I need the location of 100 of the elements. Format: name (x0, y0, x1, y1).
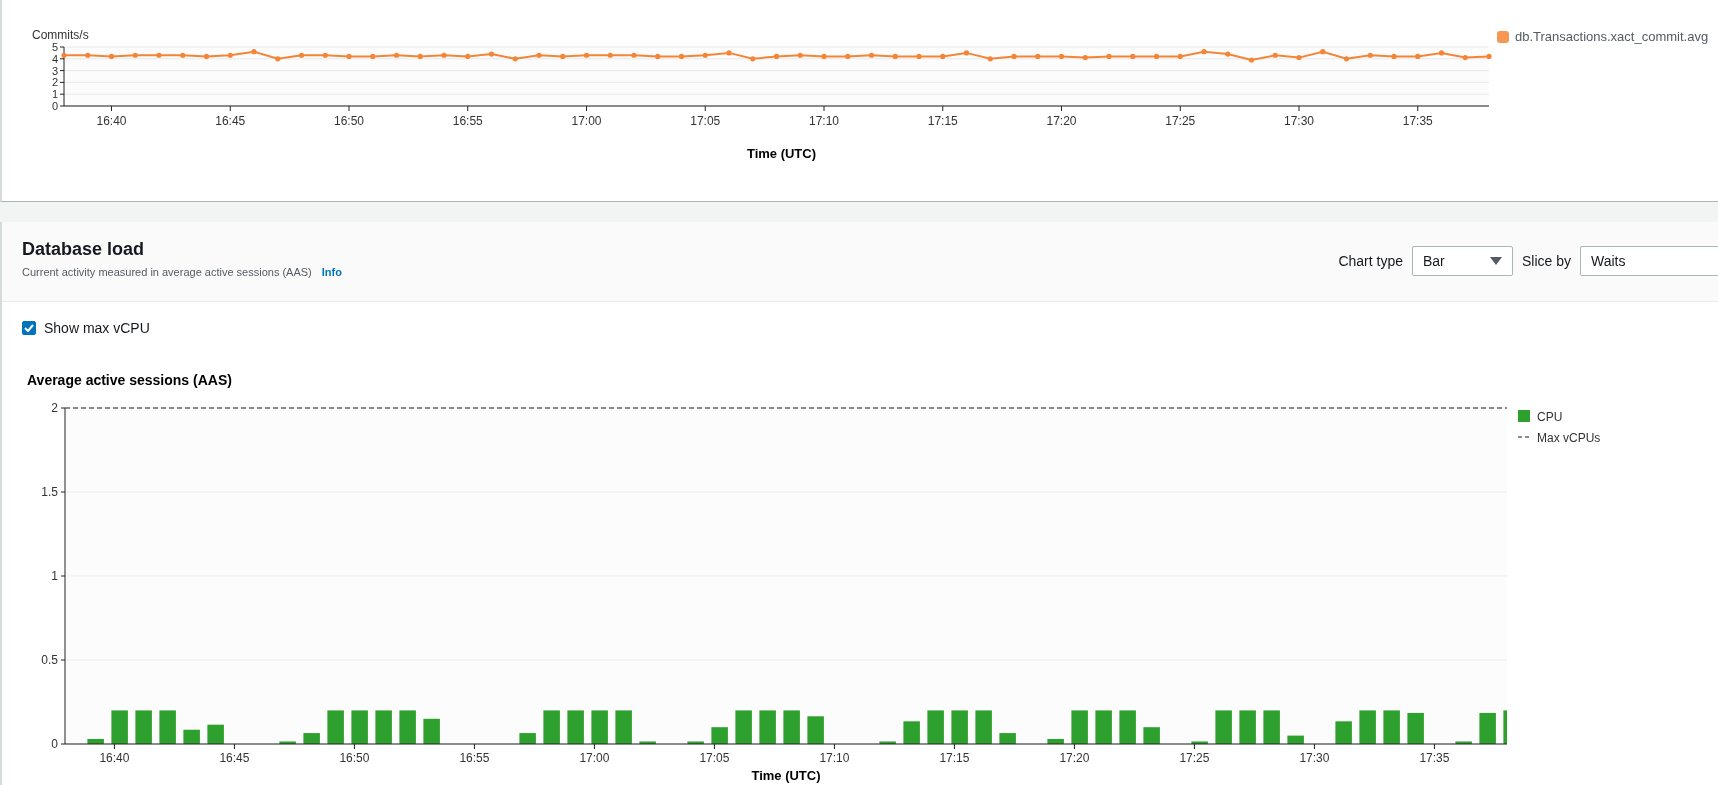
bar (159, 710, 176, 744)
data-point (726, 50, 732, 56)
bar (1191, 741, 1208, 744)
axis-tick-label: 4 (51, 52, 58, 65)
data-point (1486, 53, 1492, 60)
bar (1479, 712, 1496, 744)
axis-tick-label: 17:30 (1284, 114, 1314, 128)
bar (423, 718, 440, 744)
caret-icon (1489, 256, 1502, 265)
data-point (1320, 49, 1326, 55)
axis-tick-label: 17:35 (1402, 114, 1433, 128)
legend-label: Max vCPUs (1537, 431, 1601, 445)
legend-swatch (1497, 31, 1509, 43)
data-point (1201, 49, 1207, 55)
bar (375, 710, 392, 744)
axis-tick-label: 16:40 (96, 114, 127, 128)
axis-tick-label: 16:45 (219, 751, 250, 765)
axis-tick-label: 17:10 (809, 114, 839, 128)
data-point (275, 56, 281, 62)
data-point (1035, 53, 1041, 60)
data-point (1130, 53, 1136, 60)
bar (1119, 710, 1136, 744)
axis-tick-label: 1.5 (41, 485, 58, 499)
bar (207, 724, 224, 744)
data-point (1367, 52, 1373, 58)
axis-tick-label: 16:50 (334, 114, 364, 128)
axis-tick-label: 17:05 (699, 751, 730, 765)
axis-tick-label: 17:25 (1165, 114, 1196, 128)
bar (903, 721, 920, 744)
data-point (821, 53, 827, 60)
data-point (892, 53, 898, 60)
y-axis-label: Commits/s (32, 28, 89, 42)
bar (591, 710, 608, 744)
axis-tick-label: 16:55 (459, 751, 490, 765)
bar (519, 733, 536, 744)
data-point (916, 53, 922, 60)
bar (1359, 710, 1376, 744)
data-point (1058, 53, 1065, 60)
axis-tick-label: 17:10 (819, 751, 850, 765)
bar (279, 741, 296, 744)
data-point (655, 53, 661, 60)
data-point (156, 52, 162, 58)
data-point (773, 53, 780, 60)
axis-tick-label: 16:50 (339, 751, 370, 765)
data-point (1225, 51, 1231, 57)
legend-label: CPU (1537, 410, 1563, 424)
data-point (583, 52, 590, 58)
bar (1071, 710, 1088, 744)
axis-tick-label: 2 (51, 401, 58, 415)
data-point (631, 52, 637, 58)
bar (639, 741, 656, 744)
axis-tick-label: 17:35 (1419, 751, 1450, 765)
bar (1383, 710, 1400, 744)
data-point (1296, 55, 1302, 61)
axis-tick-label: 17:15 (927, 114, 958, 128)
legend-label: db.Transactions.xact_commit.avg (1515, 29, 1709, 44)
data-point (251, 49, 257, 55)
data-point (1106, 53, 1112, 60)
axis-tick-label: 2 (51, 76, 58, 89)
bar (1047, 738, 1064, 744)
bar (543, 710, 560, 744)
data-point (1153, 53, 1160, 60)
chart-type-label: Chart type (1338, 252, 1403, 269)
bar (975, 710, 992, 744)
info-link[interactable]: Info (321, 266, 342, 278)
axis-tick-label: 0 (51, 737, 58, 751)
bar (87, 738, 104, 744)
data-point (85, 52, 91, 58)
bar (327, 710, 344, 744)
data-point (61, 52, 67, 58)
axis-tick-label: 17:00 (579, 751, 610, 765)
checkbox[interactable] (22, 321, 36, 335)
axis-tick-label: 0.5 (41, 653, 58, 667)
data-point (797, 52, 803, 58)
data-point (1272, 52, 1278, 58)
bar (1263, 710, 1280, 744)
axis-tick-label: 17:00 (571, 114, 602, 128)
axis-tick-label: 17:05 (690, 114, 721, 128)
data-point (203, 53, 210, 60)
bar (1335, 721, 1352, 744)
bar (615, 710, 632, 744)
data-point (1415, 53, 1421, 60)
y-axis (59, 46, 65, 107)
bar (1407, 712, 1424, 744)
data-point (417, 53, 423, 60)
bar (999, 733, 1016, 744)
data-point (868, 52, 875, 58)
axis-tick-label: 3 (51, 64, 58, 77)
bar (1503, 710, 1507, 744)
bar (135, 710, 152, 744)
slice-by-dropdown[interactable]: Waits (1580, 245, 1718, 276)
data-point (370, 53, 376, 60)
data-point (441, 52, 447, 58)
chart-type-dropdown[interactable]: Bar (1411, 245, 1513, 276)
data-point (180, 52, 186, 58)
bar (111, 710, 128, 744)
data-point (227, 52, 233, 58)
axis-tick-label: 17:30 (1299, 751, 1330, 765)
data-point (465, 53, 471, 60)
axis-tick-label: 17:20 (1046, 114, 1077, 128)
